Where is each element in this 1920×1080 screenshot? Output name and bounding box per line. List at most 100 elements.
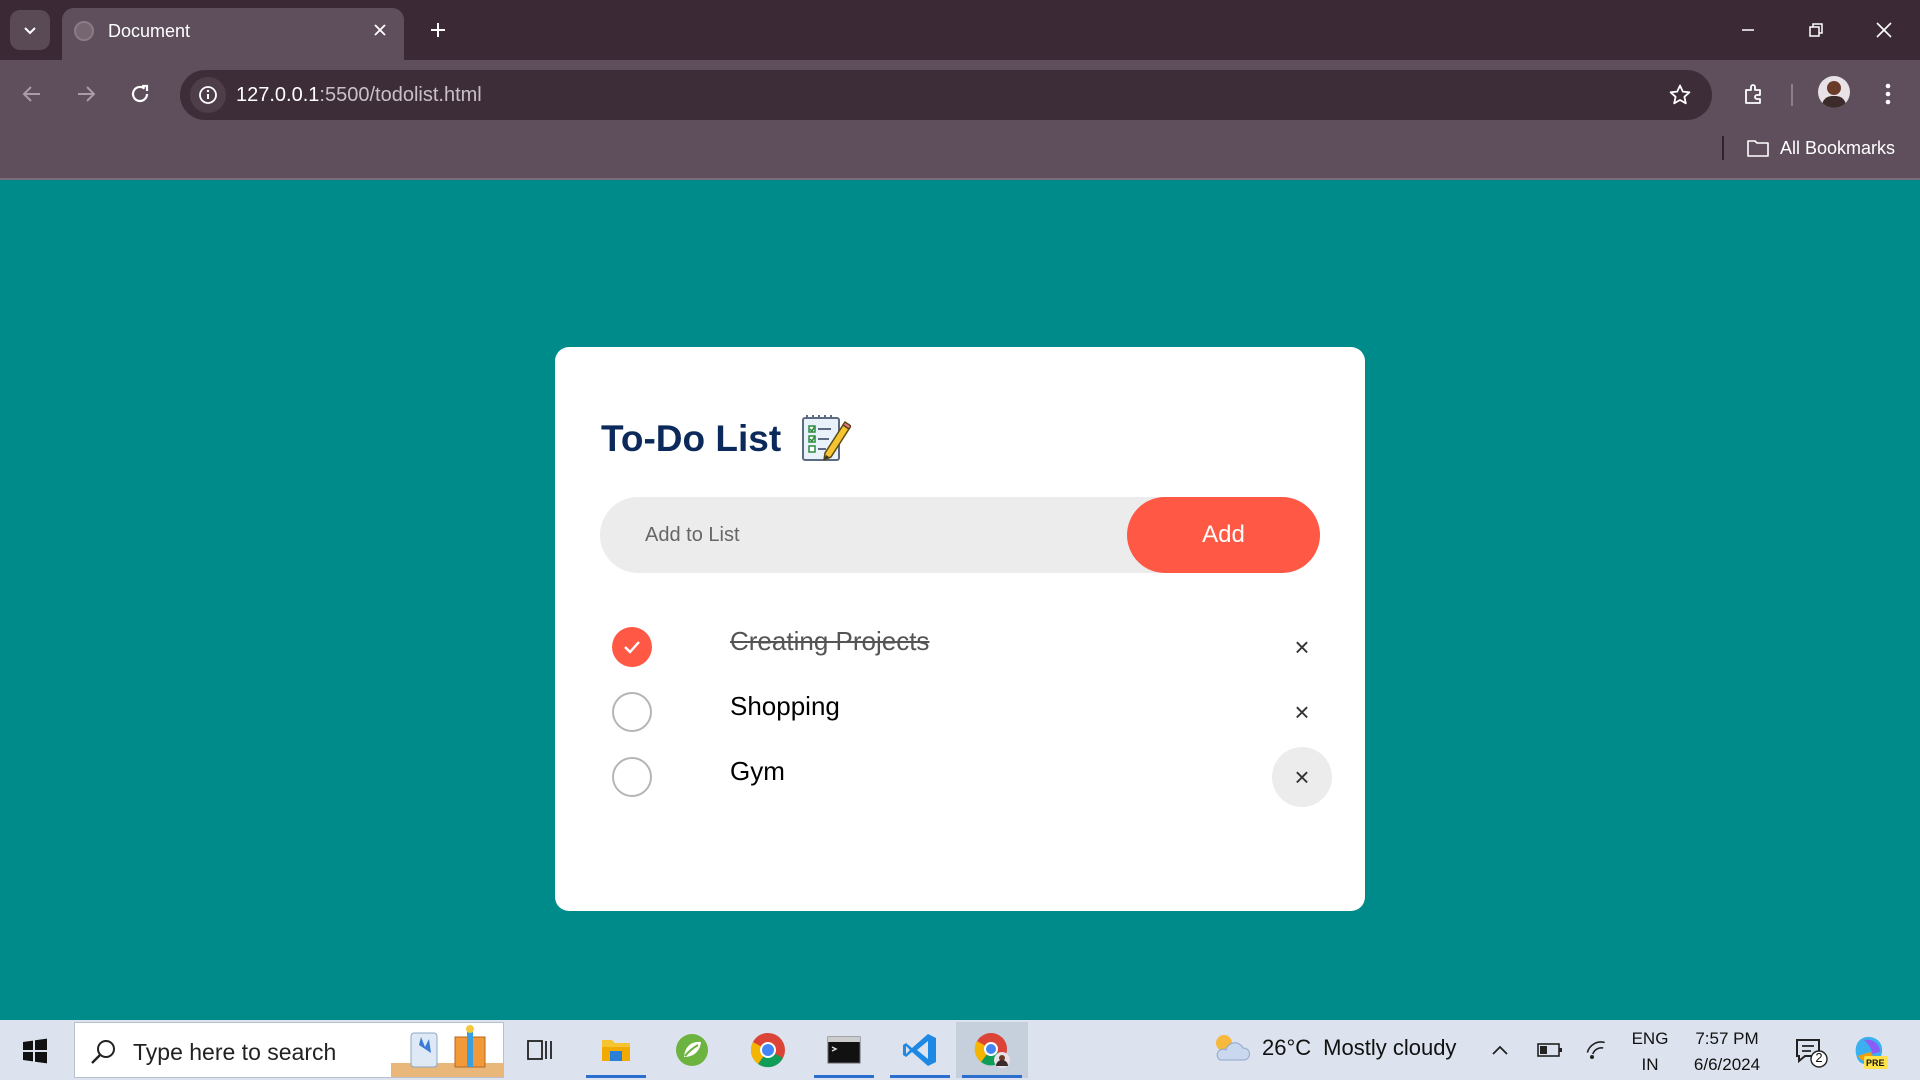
minimize-button[interactable] [1726,8,1770,52]
restore-button[interactable] [1794,8,1838,52]
weather-widget[interactable]: 26°C Mostly cloudy [1210,1032,1456,1064]
search-highlight-illustration [391,1025,503,1077]
clock-date: 6/6/2024 [1693,1055,1761,1074]
taskbar-app-file-explorer[interactable] [580,1022,652,1078]
chevron-down-icon [24,27,36,35]
todo-card: To-Do List Add Creating Projects × [555,347,1365,911]
network-indicator[interactable] [1582,1034,1614,1066]
partly-cloudy-icon [1216,1035,1250,1061]
tab-search-button[interactable] [10,10,50,50]
delete-task-button[interactable]: × [1272,617,1332,677]
task-checkbox-checked[interactable] [612,627,652,667]
close-icon [1876,22,1892,38]
taskbar-app-spring-tools[interactable] [656,1022,728,1078]
region-code: IN [1641,1055,1659,1074]
copilot-preview-badge: PRE [1866,1058,1885,1068]
windows-logo-icon [23,1038,47,1064]
battery-indicator[interactable] [1534,1034,1566,1066]
taskbar-app-vscode[interactable] [884,1022,956,1078]
restore-icon [1809,23,1823,37]
task-item[interactable]: Gym × [600,745,1332,807]
profile-avatar[interactable] [1818,76,1850,108]
clock[interactable]: 7:57 PM 6/6/2024 [1682,1026,1772,1078]
task-view-button[interactable] [504,1022,576,1078]
chrome-profile-icon [974,1033,1010,1068]
chrome-icon [750,1033,785,1068]
input-language-indicator[interactable]: ENG IN [1628,1026,1672,1078]
task-view-icon [527,1040,552,1060]
task-checkbox[interactable] [612,692,652,732]
task-text: Creating Projects [730,626,930,656]
taskbar-app-chrome[interactable] [732,1022,804,1078]
copilot-button[interactable]: PRE [1850,1032,1888,1070]
task-item[interactable]: Shopping × [600,680,1320,740]
add-button[interactable]: Add [1127,497,1320,573]
taskbar-search[interactable]: Type here to search [74,1022,504,1078]
minimize-icon [1742,29,1754,31]
weather-condition: Mostly cloudy [1323,1035,1457,1060]
task-item[interactable]: Creating Projects × [600,615,1320,675]
browser-tab[interactable]: Document [62,8,404,60]
address-bar[interactable]: 127.0.0.1:5500/todolist.html [180,70,1712,120]
terminal-icon [827,1036,861,1064]
notification-center-button[interactable]: 2 [1793,1034,1829,1070]
battery-icon [1537,1043,1562,1057]
todo-header: To-Do List [601,413,852,465]
weather-temperature: 26°C [1262,1035,1312,1060]
checkmark-icon [624,641,640,654]
task-input[interactable] [600,497,1130,573]
task-text: Gym [730,756,785,786]
folder-icon [1747,140,1769,157]
task-text: Shopping [730,691,840,721]
plus-icon [431,23,445,37]
reload-button[interactable] [120,74,160,114]
url-host: 127.0.0.1 [236,84,320,106]
browser-tabstrip: Document [0,0,1920,60]
browser-toolbar: 127.0.0.1:5500/todolist.html All Bookmar… [0,60,1920,180]
toolbar-divider [1791,84,1793,106]
search-icon [91,1040,115,1064]
taskbar: Type here to search 26°C Mostly cloudy E… [0,1020,1920,1080]
close-icon: × [1294,761,1310,792]
vscode-icon [903,1034,936,1066]
bookmarks-divider [1722,136,1724,160]
delete-task-button[interactable]: × [1272,747,1332,807]
search-placeholder: Type here to search [133,1039,337,1065]
new-tab-button[interactable] [422,14,454,46]
delete-task-button[interactable]: × [1272,682,1332,742]
site-info-button[interactable] [190,77,226,113]
arrow-left-icon [22,86,40,102]
close-icon: × [1294,696,1310,727]
add-task-row: Add [600,497,1320,573]
wifi-icon [1586,1041,1605,1059]
tab-title: Document [108,21,191,41]
close-icon [374,24,386,36]
taskbar-app-terminal[interactable] [808,1022,880,1078]
taskbar-app-chrome-profile[interactable] [956,1022,1028,1078]
all-bookmarks-label: All Bookmarks [1780,137,1896,158]
back-button[interactable] [12,74,52,114]
info-icon [199,86,217,104]
language-code: ENG [1631,1029,1669,1048]
notification-count: 2 [1815,1050,1823,1065]
avatar-body [1822,96,1846,108]
url-text: 127.0.0.1:5500/todolist.html [236,84,482,107]
tab-close-button[interactable] [368,18,392,42]
spring-tools-icon [676,1034,708,1066]
forward-button[interactable] [66,74,106,114]
globe-icon [74,21,94,41]
url-path: :5500/todolist.html [319,84,482,106]
avatar-head [1827,81,1841,95]
reload-icon [131,84,149,103]
file-explorer-icon [602,1040,630,1061]
notepad-pencil-icon [802,415,852,461]
show-hidden-icons-button[interactable] [1484,1034,1516,1066]
browser-menu-button[interactable] [1870,74,1906,114]
task-checkbox[interactable] [612,757,652,797]
star-icon [1669,84,1691,105]
bookmark-star-button[interactable] [1666,81,1694,109]
close-window-button[interactable] [1862,8,1906,52]
start-button[interactable] [12,1028,58,1074]
all-bookmarks-button[interactable]: All Bookmarks [1746,134,1895,162]
extensions-button[interactable] [1734,74,1774,114]
